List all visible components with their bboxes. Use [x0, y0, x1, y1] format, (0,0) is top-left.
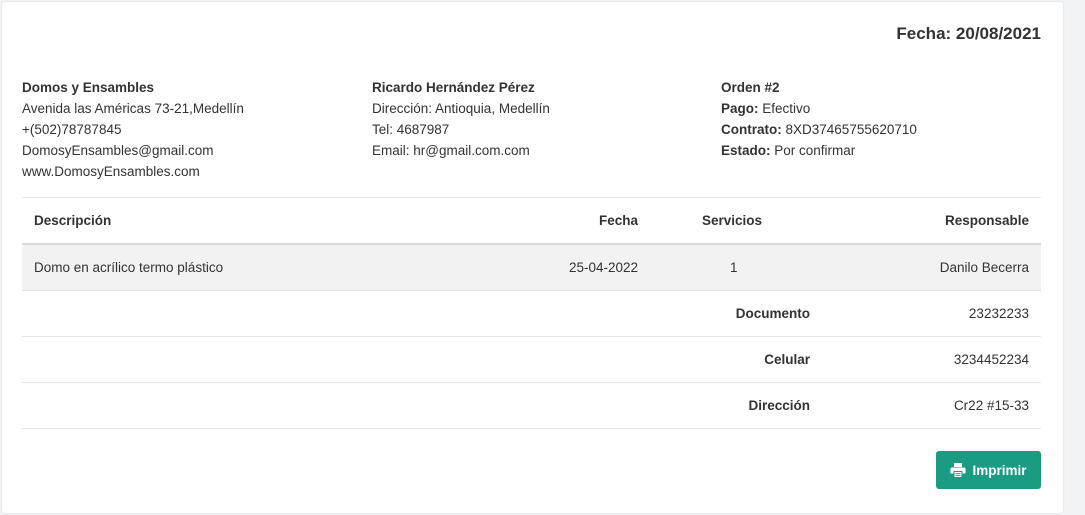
cell-fecha: 25-04-2022 [568, 259, 638, 275]
printer-icon [950, 463, 966, 477]
header-responsable: Responsable [944, 212, 1029, 228]
header-servicios: Servicios [702, 212, 763, 228]
pago-value: Efectivo [762, 101, 811, 116]
cell-responsable: Danilo Becerra [939, 259, 1029, 275]
celular-value: 3234452234 [953, 352, 1029, 367]
cell-descripcion: Domo en acrílico termo plástico [34, 259, 224, 275]
client-info: Ricardo Hernández Pérez Dirección: Antio… [372, 77, 550, 161]
detail-row-direccion: Dirección Cr22 #15-33 [22, 383, 1041, 429]
direccion-label: Dirección [748, 398, 810, 413]
pago-label: Pago: [721, 101, 759, 116]
order-number: Orden #2 [721, 80, 780, 95]
header-descripcion: Descripción [34, 212, 112, 228]
estado-value: Por confirmar [774, 143, 856, 158]
print-button[interactable]: Imprimir [936, 451, 1041, 489]
order-pago: Pago: Efectivo [721, 98, 917, 119]
client-name: Ricardo Hernández Pérez [372, 80, 535, 95]
services-table: Descripción Fecha Servicios Responsable … [22, 197, 1041, 429]
order-contrato: Contrato: 8XD37465755620710 [721, 119, 917, 140]
invoice-card: Fecha: 20/08/2021 Domos y Ensambles Aven… [2, 2, 1063, 513]
table-row: Domo en acrílico termo plástico 25-04-20… [22, 243, 1041, 291]
company-info: Domos y Ensambles Avenida las Américas 7… [22, 77, 244, 182]
client-address: Dirección: Antioquia, Medellín [372, 101, 550, 116]
client-email: Email: hr@gmail.com.com [372, 143, 530, 158]
company-name: Domos y Ensambles [22, 80, 155, 95]
direccion-value: Cr22 #15-33 [953, 398, 1029, 413]
client-phone: Tel: 4687987 [372, 122, 450, 137]
estado-label: Estado: [721, 143, 771, 158]
company-website: www.DomosyEnsambles.com [22, 164, 200, 179]
order-info: Orden #2 Pago: Efectivo Contrato: 8XD374… [721, 77, 917, 161]
celular-label: Celular [764, 352, 810, 367]
detail-row-celular: Celular 3234452234 [22, 337, 1041, 383]
table-header-row: Descripción Fecha Servicios Responsable [22, 197, 1041, 244]
order-estado: Estado: Por confirmar [721, 140, 917, 161]
cell-servicios: 1 [730, 259, 738, 275]
print-button-label: Imprimir [972, 462, 1027, 478]
header-fecha: Fecha [598, 212, 638, 228]
company-email: DomosyEnsambles@gmail.com [22, 143, 214, 158]
documento-value: 23232233 [968, 306, 1029, 321]
invoice-date: Fecha: 20/08/2021 [896, 24, 1041, 43]
documento-label: Documento [735, 306, 810, 321]
contrato-value: 8XD37465755620710 [785, 122, 917, 137]
detail-row-documento: Documento 23232233 [22, 291, 1041, 337]
company-phone: +(502)78787845 [22, 122, 122, 137]
contrato-label: Contrato: [721, 122, 782, 137]
company-address: Avenida las Américas 73-21,Medellín [22, 101, 244, 116]
